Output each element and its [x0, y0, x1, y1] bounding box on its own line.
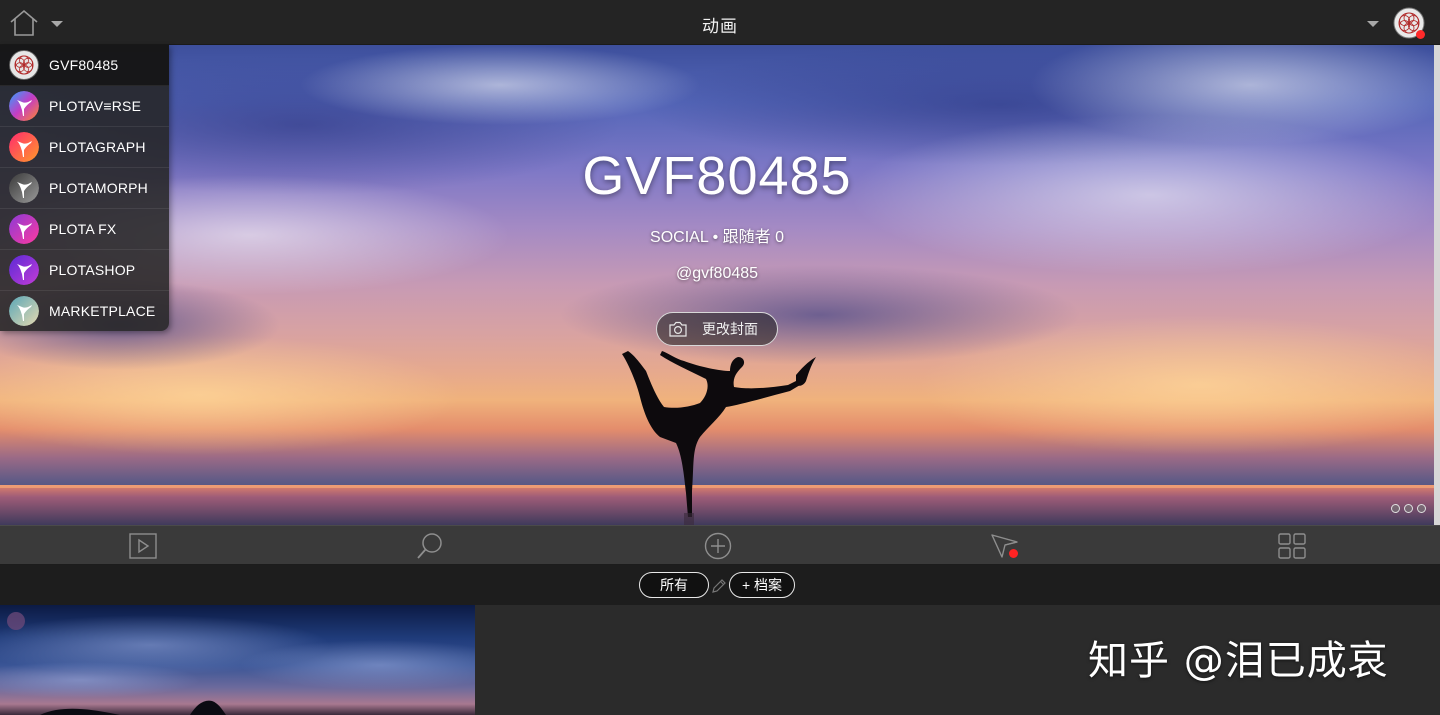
plotagraph-dancer-icon [9, 132, 39, 162]
filter-bar: 所有 + 档案 [0, 565, 1440, 605]
menu-item-label: PLOTAGRAPH [49, 139, 146, 155]
top-bar: 动画 [0, 0, 1440, 45]
menu-item-label: PLOTAMORPH [49, 180, 148, 196]
menu-item-marketplace[interactable]: MARKETPLACE [0, 291, 169, 331]
menu-item-label: PLOTA FX [49, 221, 117, 237]
menu-item-label: GVF80485 [49, 57, 119, 73]
menu-item-plotashop[interactable]: PLOTASHOP [0, 250, 169, 291]
account-menu-chevron-icon[interactable] [1366, 20, 1380, 28]
send-notification-dot [1009, 549, 1018, 558]
camera-icon [669, 321, 687, 337]
thumbnail-image [0, 612, 475, 715]
carousel-dot[interactable] [1417, 504, 1426, 513]
change-cover-button[interactable]: 更改封面 [656, 312, 778, 346]
menu-item-gvf80485[interactable]: GVF80485 [0, 45, 169, 86]
menu-item-label: PLOTAV≡RSE [49, 98, 142, 114]
menu-item-plotaverse[interactable]: PLOTAV≡RSE [0, 86, 169, 127]
cover-banner: GVF80485 SOCIAL • 跟随者 0 @gvf80485 更改封面 [0, 45, 1434, 525]
page-scrollbar[interactable] [1434, 45, 1440, 525]
profile-handle: @gvf80485 [675, 265, 759, 282]
carousel-dot[interactable] [1391, 504, 1400, 513]
menu-item-label: PLOTASHOP [49, 262, 136, 278]
plota-fx-dancer-icon [9, 214, 39, 244]
plotaverse-dancer-icon [9, 91, 39, 121]
notification-dot [1416, 30, 1425, 39]
change-cover-label: 更改封面 [702, 321, 758, 337]
grid-icon[interactable] [1277, 532, 1307, 560]
play-icon[interactable] [128, 532, 158, 560]
profile-name: GVF80485 [582, 146, 852, 206]
plotamorph-dancer-icon [9, 173, 39, 203]
marketplace-dancer-icon [9, 296, 39, 326]
filter-all-button[interactable]: 所有 [639, 572, 709, 598]
search-icon[interactable] [415, 532, 445, 560]
plotashop-dancer-icon [9, 255, 39, 285]
page-title: 动画 [702, 17, 738, 36]
dancer-cover-image [0, 45, 1434, 525]
mandala-logo-icon [9, 50, 39, 80]
zhihu-watermark: 知乎 @泪已成哀 [1088, 638, 1389, 684]
menu-item-label: MARKETPLACE [49, 303, 156, 319]
section-tab-bar [0, 525, 1440, 565]
app-switcher-menu: GVF80485 PLOTAV≡RSE PLOTAGRAPH PLOTAMORP… [0, 45, 169, 331]
add-archive-button[interactable]: + 档案 [729, 572, 795, 598]
menu-item-plotagraph[interactable]: PLOTAGRAPH [0, 127, 169, 168]
menu-item-plotamorph[interactable]: PLOTAMORPH [0, 168, 169, 209]
app-window: 动画 GVF80485 SOCIAL • 跟随者 0 @gvf80485 更改封… [0, 0, 1440, 715]
menu-item-plota-fx[interactable]: PLOTA FX [0, 209, 169, 250]
pencil-edit-icon[interactable] [711, 578, 727, 594]
add-circle-icon[interactable] [703, 532, 733, 560]
animation-thumbnail[interactable] [0, 605, 475, 715]
profile-subtitle: SOCIAL • 跟随者 0 [650, 229, 784, 246]
carousel-dots[interactable] [1391, 504, 1426, 513]
carousel-dot[interactable] [1404, 504, 1413, 513]
